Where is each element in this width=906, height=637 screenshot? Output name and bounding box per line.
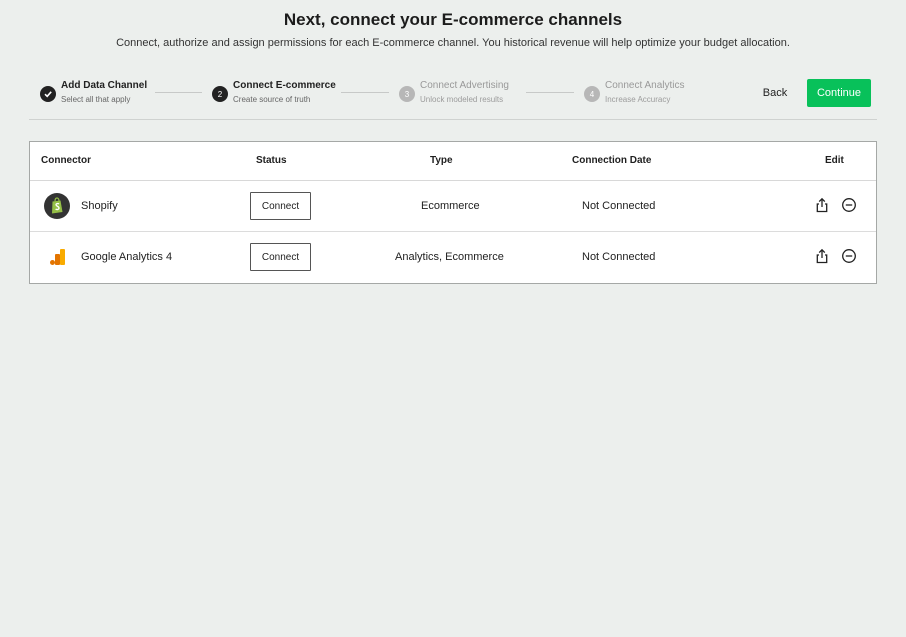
connector-name: Google Analytics 4 bbox=[81, 251, 173, 263]
connect-button[interactable]: Connect bbox=[250, 243, 311, 271]
column-header-status: Status bbox=[256, 155, 287, 166]
step-number-badge: 4 bbox=[584, 86, 600, 102]
header-divider bbox=[29, 119, 877, 120]
connection-date: Not Connected bbox=[582, 251, 656, 263]
step-name: Connect Analytics bbox=[605, 80, 685, 91]
shopify-logo-icon bbox=[44, 193, 70, 219]
table-header: Connector Status Type Connection Date Ed… bbox=[30, 142, 876, 181]
connect-button[interactable]: Connect bbox=[250, 192, 311, 220]
connector-name: Shopify bbox=[81, 200, 118, 212]
connectors-table: Connector Status Type Connection Date Ed… bbox=[29, 141, 877, 284]
column-header-connection-date: Connection Date bbox=[572, 155, 652, 166]
page: Next, connect your E-commerce channels C… bbox=[0, 0, 906, 637]
share-icon[interactable] bbox=[814, 197, 830, 213]
check-icon bbox=[40, 86, 56, 102]
page-title: Next, connect your E-commerce channels bbox=[283, 10, 623, 29]
step-connect-ecommerce[interactable]: 2 Connect E-commerce Create source of tr… bbox=[212, 79, 336, 106]
column-header-type: Type bbox=[430, 155, 453, 166]
step-name: Add Data Channel bbox=[61, 80, 148, 91]
remove-icon[interactable] bbox=[841, 248, 857, 264]
step-description: Unlock modeled results bbox=[420, 95, 504, 104]
step-description: Increase Accuracy bbox=[605, 95, 671, 104]
connection-date: Not Connected bbox=[582, 200, 656, 212]
google-analytics-logo-icon bbox=[44, 244, 70, 270]
step-connector-line bbox=[155, 92, 202, 93]
step-description: Select all that apply bbox=[61, 95, 131, 104]
back-button[interactable]: Back bbox=[758, 80, 792, 106]
step-connect-advertising[interactable]: 3 Connect Advertising Unlock modeled res… bbox=[399, 79, 509, 106]
page-subtitle: Connect, authorize and assign permission… bbox=[116, 37, 790, 49]
remove-icon[interactable] bbox=[841, 197, 857, 213]
step-connect-analytics[interactable]: 4 Connect Analytics Increase Accuracy bbox=[584, 79, 685, 106]
step-name: Connect E-commerce bbox=[233, 80, 336, 91]
table-row: Shopify Connect Ecommerce Not Connected bbox=[30, 181, 876, 232]
step-number-badge: 3 bbox=[399, 86, 415, 102]
connector-type: Analytics, Ecommerce bbox=[395, 251, 504, 263]
column-header-connector: Connector bbox=[41, 155, 91, 166]
continue-button[interactable]: Continue bbox=[807, 79, 871, 107]
step-connector-line bbox=[526, 92, 574, 93]
step-name: Connect Advertising bbox=[420, 80, 509, 91]
step-description: Create source of truth bbox=[233, 95, 311, 104]
column-header-edit: Edit bbox=[825, 155, 844, 166]
step-number-badge: 2 bbox=[212, 86, 228, 102]
step-add-data-channel[interactable]: Add Data Channel Select all that apply bbox=[40, 79, 147, 106]
step-connector-line bbox=[341, 92, 389, 93]
connector-type: Ecommerce bbox=[421, 200, 480, 212]
share-icon[interactable] bbox=[814, 248, 830, 264]
table-row: Google Analytics 4 Connect Analytics, Ec… bbox=[30, 232, 876, 283]
